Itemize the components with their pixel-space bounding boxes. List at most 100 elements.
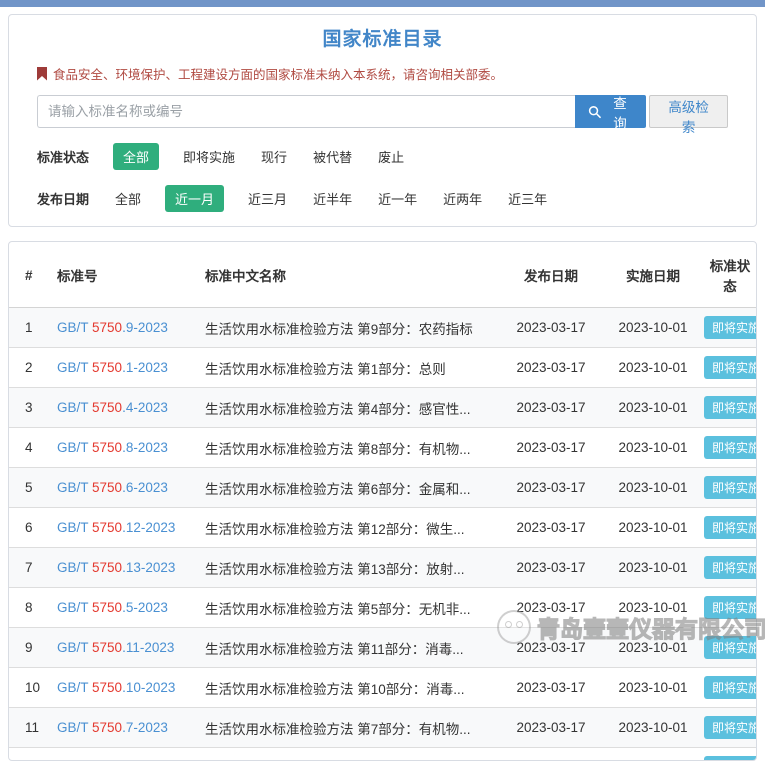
status-cell: 即将实施 xyxy=(704,348,756,388)
status-badge: 即将实施 xyxy=(704,356,756,379)
row-index: 5 xyxy=(9,468,57,508)
filter-option[interactable]: 近半年 xyxy=(311,185,354,212)
standard-code-link[interactable]: GB/T 5750.7-2023 xyxy=(57,708,205,748)
table-row: 9 GB/T 5750.11-2023 生活饮用水标准检验方法 第11部分：消毒… xyxy=(9,628,756,668)
standard-name: 生活饮用水标准检验方法 第10部分：消毒... xyxy=(205,668,500,708)
table-row: 3 GB/T 5750.4-2023 生活饮用水标准检验方法 第4部分：感官性.… xyxy=(9,388,756,428)
table-row: 7 GB/T 5750.13-2023 生活饮用水标准检验方法 第13部分：放射… xyxy=(9,548,756,588)
publish-date: 2023-03-17 xyxy=(500,428,602,468)
implement-date: 2023-10-01 xyxy=(602,428,704,468)
filter-label-date: 发布日期 xyxy=(37,189,89,208)
notice-banner: 食品安全、环境保护、工程建设方面的国家标准未纳入本系统，请咨询相关部委。 xyxy=(37,64,756,83)
row-index: 7 xyxy=(9,548,57,588)
standard-name: 生活饮用水标准检验方法 第9部分：农药指标 xyxy=(205,308,500,348)
standard-code-link[interactable]: GB/T 5750.11-2023 xyxy=(57,628,205,668)
status-badge: 即将实施 xyxy=(704,556,756,579)
column-header: 标准中文名称 xyxy=(205,242,500,308)
status-badge: 即将实施 xyxy=(704,676,756,699)
row-index: 3 xyxy=(9,388,57,428)
filter-option[interactable]: 近一年 xyxy=(376,185,419,212)
table-row: 12 GB/T 5750.2-2023 生活饮用水标准检验方法 第2部分：水样的… xyxy=(9,748,756,761)
table-row: 6 GB/T 5750.12-2023 生活饮用水标准检验方法 第12部分：微生… xyxy=(9,508,756,548)
status-badge: 即将实施 xyxy=(704,716,756,739)
row-index: 2 xyxy=(9,348,57,388)
table-row: 2 GB/T 5750.1-2023 生活饮用水标准检验方法 第1部分：总则 2… xyxy=(9,348,756,388)
standard-code-link[interactable]: GB/T 5750.12-2023 xyxy=(57,508,205,548)
status-badge: 即将实施 xyxy=(704,476,756,499)
status-badge: 即将实施 xyxy=(704,516,756,539)
publish-date: 2023-03-17 xyxy=(500,588,602,628)
status-cell: 即将实施 xyxy=(704,508,756,548)
standard-name: 生活饮用水标准检验方法 第7部分：有机物... xyxy=(205,708,500,748)
standard-code-link[interactable]: GB/T 5750.9-2023 xyxy=(57,308,205,348)
search-input[interactable] xyxy=(37,95,575,128)
row-index: 6 xyxy=(9,508,57,548)
status-cell: 即将实施 xyxy=(704,588,756,628)
implement-date: 2023-10-01 xyxy=(602,548,704,588)
query-button[interactable]: 查询 xyxy=(575,95,646,128)
row-index: 10 xyxy=(9,668,57,708)
table-row: 1 GB/T 5750.9-2023 生活饮用水标准检验方法 第9部分：农药指标… xyxy=(9,308,756,348)
standard-code-link[interactable]: GB/T 5750.6-2023 xyxy=(57,468,205,508)
advanced-search-button[interactable]: 高级检索 xyxy=(649,95,728,128)
standard-name: 生活饮用水标准检验方法 第8部分：有机物... xyxy=(205,428,500,468)
standard-name: 生活饮用水标准检验方法 第6部分：金属和... xyxy=(205,468,500,508)
filter-options-status: 全部即将实施现行被代替废止 xyxy=(113,143,428,170)
table-row: 8 GB/T 5750.5-2023 生活饮用水标准检验方法 第5部分：无机非.… xyxy=(9,588,756,628)
status-cell: 即将实施 xyxy=(704,308,756,348)
standard-code-link[interactable]: GB/T 5750.8-2023 xyxy=(57,428,205,468)
standard-code-link[interactable]: GB/T 5750.2-2023 xyxy=(57,748,205,761)
filter-option[interactable]: 全部 xyxy=(113,143,159,170)
publish-date: 2023-03-17 xyxy=(500,708,602,748)
implement-date: 2023-10-01 xyxy=(602,508,704,548)
standard-code-link[interactable]: GB/T 5750.10-2023 xyxy=(57,668,205,708)
filter-row-status: 标准状态 全部即将实施现行被代替废止 xyxy=(37,143,756,170)
standard-name: 生活饮用水标准检验方法 第5部分：无机非... xyxy=(205,588,500,628)
query-button-label: 查询 xyxy=(607,92,633,132)
row-index: 8 xyxy=(9,588,57,628)
implement-date: 2023-10-01 xyxy=(602,348,704,388)
filter-option[interactable]: 近两年 xyxy=(441,185,484,212)
publish-date: 2023-03-17 xyxy=(500,748,602,761)
filter-option[interactable]: 近三年 xyxy=(506,185,549,212)
implement-date: 2023-10-01 xyxy=(602,628,704,668)
filter-option[interactable]: 现行 xyxy=(259,143,289,170)
row-index: 4 xyxy=(9,428,57,468)
table-row: 11 GB/T 5750.7-2023 生活饮用水标准检验方法 第7部分：有机物… xyxy=(9,708,756,748)
page-title: 国家标准目录 xyxy=(9,15,756,51)
table-row: 4 GB/T 5750.8-2023 生活饮用水标准检验方法 第8部分：有机物.… xyxy=(9,428,756,468)
status-badge: 即将实施 xyxy=(704,396,756,419)
standard-code-link[interactable]: GB/T 5750.4-2023 xyxy=(57,388,205,428)
status-badge: 即将实施 xyxy=(704,436,756,459)
row-index: 9 xyxy=(9,628,57,668)
status-badge: 即将实施 xyxy=(704,756,756,761)
standard-code-link[interactable]: GB/T 5750.1-2023 xyxy=(57,348,205,388)
filter-option[interactable]: 近三月 xyxy=(246,185,289,212)
status-badge: 即将实施 xyxy=(704,636,756,659)
standard-code-link[interactable]: GB/T 5750.5-2023 xyxy=(57,588,205,628)
row-index: 1 xyxy=(9,308,57,348)
status-cell: 即将实施 xyxy=(704,388,756,428)
filter-option[interactable]: 被代替 xyxy=(311,143,354,170)
implement-date: 2023-10-01 xyxy=(602,308,704,348)
standard-name: 生活饮用水标准检验方法 第12部分：微生... xyxy=(205,508,500,548)
status-cell: 即将实施 xyxy=(704,428,756,468)
implement-date: 2023-10-01 xyxy=(602,748,704,761)
filter-option[interactable]: 废止 xyxy=(376,143,406,170)
table-body: 1 GB/T 5750.9-2023 生活饮用水标准检验方法 第9部分：农药指标… xyxy=(9,308,756,761)
publish-date: 2023-03-17 xyxy=(500,628,602,668)
publish-date: 2023-03-17 xyxy=(500,508,602,548)
filter-option[interactable]: 即将实施 xyxy=(181,143,237,170)
standard-code-link[interactable]: GB/T 5750.13-2023 xyxy=(57,548,205,588)
notice-text: 食品安全、环境保护、工程建设方面的国家标准未纳入本系统，请咨询相关部委。 xyxy=(53,64,503,83)
status-cell: 即将实施 xyxy=(704,548,756,588)
implement-date: 2023-10-01 xyxy=(602,588,704,628)
publish-date: 2023-03-17 xyxy=(500,668,602,708)
filter-option[interactable]: 近一月 xyxy=(165,185,224,212)
status-badge: 即将实施 xyxy=(704,316,756,339)
publish-date: 2023-03-17 xyxy=(500,348,602,388)
standard-name: 生活饮用水标准检验方法 第2部分：水样的... xyxy=(205,748,500,761)
filter-option[interactable]: 全部 xyxy=(113,185,143,212)
table-header-row: #标准号标准中文名称发布日期实施日期标准状态 xyxy=(9,242,756,308)
filter-row-date: 发布日期 全部近一月近三月近半年近一年近两年近三年 xyxy=(37,185,756,212)
